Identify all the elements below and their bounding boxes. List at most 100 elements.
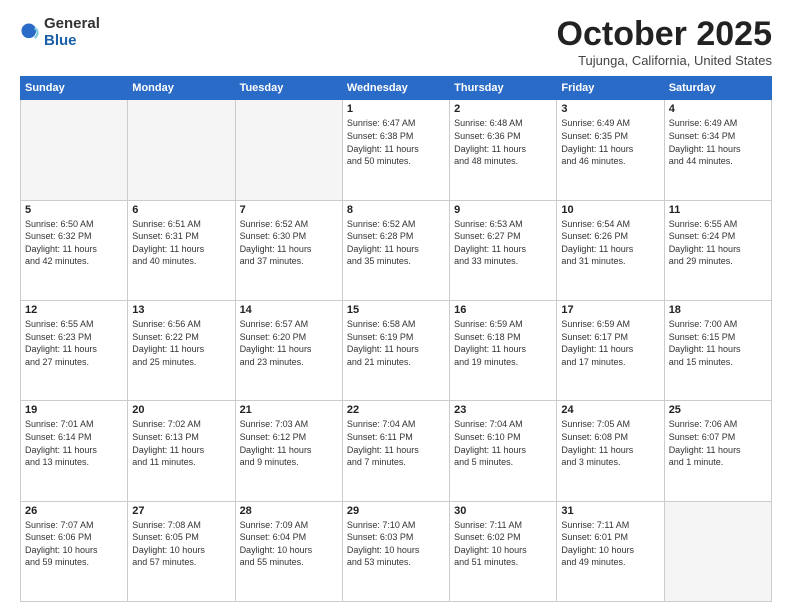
day-number: 31 bbox=[561, 505, 659, 517]
day-info: Sunrise: 7:05 AMSunset: 6:08 PMDaylight:… bbox=[561, 418, 659, 468]
day-info: Sunrise: 6:54 AMSunset: 6:26 PMDaylight:… bbox=[561, 218, 659, 268]
day-info: Sunrise: 6:51 AMSunset: 6:31 PMDaylight:… bbox=[132, 218, 230, 268]
day-number: 16 bbox=[454, 304, 552, 316]
weekday-header-wednesday: Wednesday bbox=[342, 77, 449, 100]
day-info: Sunrise: 7:11 AMSunset: 6:02 PMDaylight:… bbox=[454, 519, 552, 569]
day-number: 15 bbox=[347, 304, 445, 316]
day-info: Sunrise: 7:02 AMSunset: 6:13 PMDaylight:… bbox=[132, 418, 230, 468]
day-cell bbox=[235, 100, 342, 200]
day-info: Sunrise: 6:59 AMSunset: 6:18 PMDaylight:… bbox=[454, 318, 552, 368]
day-info: Sunrise: 6:49 AMSunset: 6:34 PMDaylight:… bbox=[669, 117, 767, 167]
title-block: October 2025 Tujunga, California, United… bbox=[557, 16, 772, 68]
day-cell: 11Sunrise: 6:55 AMSunset: 6:24 PMDayligh… bbox=[664, 200, 771, 300]
day-info: Sunrise: 6:57 AMSunset: 6:20 PMDaylight:… bbox=[240, 318, 338, 368]
day-number: 13 bbox=[132, 304, 230, 316]
day-cell: 31 Sunrise: 7:11 AMSunset: 6:01 PMDayligh… bbox=[557, 501, 664, 601]
logo-text: General Blue bbox=[44, 16, 100, 49]
day-number: 27 bbox=[132, 505, 230, 517]
day-number: 3 bbox=[561, 103, 659, 115]
day-info: Sunrise: 6:49 AMSunset: 6:35 PMDaylight:… bbox=[561, 117, 659, 167]
weekday-header-tuesday: Tuesday bbox=[235, 77, 342, 100]
week-row-5: 26 Sunrise: 7:07 AMSunset: 6:06 PMDayligh… bbox=[21, 501, 772, 601]
day-cell: 21Sunrise: 7:03 AMSunset: 6:12 PMDayligh… bbox=[235, 401, 342, 501]
day-cell: 4 Sunrise: 6:49 AMSunset: 6:34 PMDaylight… bbox=[664, 100, 771, 200]
calendar-table: SundayMondayTuesdayWednesdayThursdayFrid… bbox=[20, 76, 772, 602]
day-cell: 28 Sunrise: 7:09 AMSunset: 6:04 PMDayligh… bbox=[235, 501, 342, 601]
month-title: October 2025 bbox=[557, 16, 772, 53]
day-number: 20 bbox=[132, 404, 230, 416]
day-cell bbox=[128, 100, 235, 200]
day-number: 12 bbox=[25, 304, 123, 316]
day-info: Sunrise: 7:09 AMSunset: 6:04 PMDaylight:… bbox=[240, 519, 338, 569]
day-info: Sunrise: 7:07 AMSunset: 6:06 PMDaylight:… bbox=[25, 519, 123, 569]
day-cell: 24Sunrise: 7:05 AMSunset: 6:08 PMDayligh… bbox=[557, 401, 664, 501]
day-info: Sunrise: 6:50 AMSunset: 6:32 PMDaylight:… bbox=[25, 218, 123, 268]
day-info: Sunrise: 6:55 AMSunset: 6:24 PMDaylight:… bbox=[669, 218, 767, 268]
day-info: Sunrise: 7:00 AMSunset: 6:15 PMDaylight:… bbox=[669, 318, 767, 368]
week-row-4: 19Sunrise: 7:01 AMSunset: 6:14 PMDayligh… bbox=[21, 401, 772, 501]
day-number: 26 bbox=[25, 505, 123, 517]
location: Tujunga, California, United States bbox=[557, 53, 772, 68]
logo-icon bbox=[20, 22, 42, 44]
week-row-3: 12Sunrise: 6:55 AMSunset: 6:23 PMDayligh… bbox=[21, 301, 772, 401]
header: General Blue October 2025 Tujunga, Calif… bbox=[20, 16, 772, 68]
day-info: Sunrise: 7:04 AMSunset: 6:10 PMDaylight:… bbox=[454, 418, 552, 468]
day-number: 25 bbox=[669, 404, 767, 416]
weekday-header-thursday: Thursday bbox=[450, 77, 557, 100]
week-row-2: 5Sunrise: 6:50 AMSunset: 6:32 PMDaylight… bbox=[21, 200, 772, 300]
page: General Blue October 2025 Tujunga, Calif… bbox=[0, 0, 792, 612]
day-number: 23 bbox=[454, 404, 552, 416]
day-info: Sunrise: 6:58 AMSunset: 6:19 PMDaylight:… bbox=[347, 318, 445, 368]
day-number: 22 bbox=[347, 404, 445, 416]
day-cell: 17 Sunrise: 6:59 AMSunset: 6:17 PMDayligh… bbox=[557, 301, 664, 401]
day-cell: 29 Sunrise: 7:10 AMSunset: 6:03 PMDayligh… bbox=[342, 501, 449, 601]
day-number: 17 bbox=[561, 304, 659, 316]
day-info: Sunrise: 6:53 AMSunset: 6:27 PMDaylight:… bbox=[454, 218, 552, 268]
day-cell: 19Sunrise: 7:01 AMSunset: 6:14 PMDayligh… bbox=[21, 401, 128, 501]
day-number: 4 bbox=[669, 103, 767, 115]
day-number: 7 bbox=[240, 204, 338, 216]
day-number: 18 bbox=[669, 304, 767, 316]
day-number: 30 bbox=[454, 505, 552, 517]
day-info: Sunrise: 7:10 AMSunset: 6:03 PMDaylight:… bbox=[347, 519, 445, 569]
day-info: Sunrise: 7:04 AMSunset: 6:11 PMDaylight:… bbox=[347, 418, 445, 468]
day-cell: 13 Sunrise: 6:56 AMSunset: 6:22 PMDayligh… bbox=[128, 301, 235, 401]
day-number: 21 bbox=[240, 404, 338, 416]
day-number: 28 bbox=[240, 505, 338, 517]
day-info: Sunrise: 6:52 AMSunset: 6:30 PMDaylight:… bbox=[240, 218, 338, 268]
day-number: 29 bbox=[347, 505, 445, 517]
logo-general: General bbox=[44, 16, 100, 33]
day-cell: 26 Sunrise: 7:07 AMSunset: 6:06 PMDayligh… bbox=[21, 501, 128, 601]
day-cell: 12Sunrise: 6:55 AMSunset: 6:23 PMDayligh… bbox=[21, 301, 128, 401]
day-info: Sunrise: 7:06 AMSunset: 6:07 PMDaylight:… bbox=[669, 418, 767, 468]
day-cell: 3 Sunrise: 6:49 AMSunset: 6:35 PMDaylight… bbox=[557, 100, 664, 200]
day-cell: 6Sunrise: 6:51 AMSunset: 6:31 PMDaylight… bbox=[128, 200, 235, 300]
day-cell: 20 Sunrise: 7:02 AMSunset: 6:13 PMDayligh… bbox=[128, 401, 235, 501]
logo: General Blue bbox=[20, 16, 100, 49]
day-cell: 18 Sunrise: 7:00 AMSunset: 6:15 PMDayligh… bbox=[664, 301, 771, 401]
day-number: 9 bbox=[454, 204, 552, 216]
day-cell: 10 Sunrise: 6:54 AMSunset: 6:26 PMDayligh… bbox=[557, 200, 664, 300]
day-cell: 22 Sunrise: 7:04 AMSunset: 6:11 PMDayligh… bbox=[342, 401, 449, 501]
day-cell: 2Sunrise: 6:48 AMSunset: 6:36 PMDaylight… bbox=[450, 100, 557, 200]
day-info: Sunrise: 6:47 AMSunset: 6:38 PMDaylight:… bbox=[347, 117, 445, 167]
day-cell bbox=[664, 501, 771, 601]
day-info: Sunrise: 7:01 AMSunset: 6:14 PMDaylight:… bbox=[25, 418, 123, 468]
day-info: Sunrise: 7:08 AMSunset: 6:05 PMDaylight:… bbox=[132, 519, 230, 569]
day-number: 2 bbox=[454, 103, 552, 115]
weekday-header-saturday: Saturday bbox=[664, 77, 771, 100]
day-cell: 27 Sunrise: 7:08 AMSunset: 6:05 PMDayligh… bbox=[128, 501, 235, 601]
day-cell bbox=[21, 100, 128, 200]
day-number: 10 bbox=[561, 204, 659, 216]
day-info: Sunrise: 6:56 AMSunset: 6:22 PMDaylight:… bbox=[132, 318, 230, 368]
weekday-header-sunday: Sunday bbox=[21, 77, 128, 100]
day-cell: 30 Sunrise: 7:11 AMSunset: 6:02 PMDayligh… bbox=[450, 501, 557, 601]
day-cell: 25 Sunrise: 7:06 AMSunset: 6:07 PMDayligh… bbox=[664, 401, 771, 501]
day-info: Sunrise: 6:59 AMSunset: 6:17 PMDaylight:… bbox=[561, 318, 659, 368]
day-cell: 5Sunrise: 6:50 AMSunset: 6:32 PMDaylight… bbox=[21, 200, 128, 300]
day-info: Sunrise: 7:11 AMSunset: 6:01 PMDaylight:… bbox=[561, 519, 659, 569]
day-cell: 15 Sunrise: 6:58 AMSunset: 6:19 PMDayligh… bbox=[342, 301, 449, 401]
logo-blue: Blue bbox=[44, 33, 100, 50]
weekday-header-monday: Monday bbox=[128, 77, 235, 100]
day-cell: 14Sunrise: 6:57 AMSunset: 6:20 PMDayligh… bbox=[235, 301, 342, 401]
